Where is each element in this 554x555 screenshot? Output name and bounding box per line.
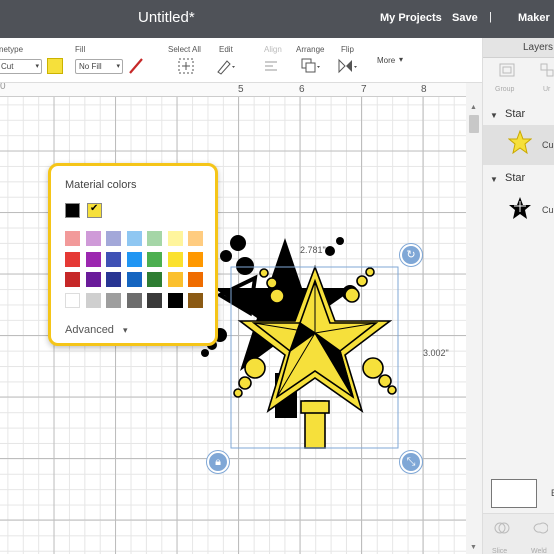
design-canvas[interactable]: 0 5 6 7 8 2.781" 3.002" ↻ 🔒︎ ⤡ Material … [0, 83, 466, 554]
layers-panel: Layers Group Ur ▼ Star Cu ▼ Star Cu B Sl… [482, 38, 554, 555]
layer-cut-label: Cu [542, 140, 554, 150]
top-bar: Untitled* My Projects Save | Maker [0, 0, 554, 38]
scroll-thumb[interactable] [469, 115, 479, 133]
scroll-up-icon[interactable]: ▲ [470, 104, 477, 111]
advanced-toggle[interactable]: Advanced [65, 324, 114, 336]
material-colors-popup: Material colors ✔ Advanced ▾ [48, 163, 218, 346]
collapse-caret-icon[interactable]: ▼ [490, 175, 498, 184]
recent-color-swatch[interactable]: ✔ [87, 203, 102, 218]
palette-color-swatch[interactable] [147, 231, 162, 246]
popup-title: Material colors [65, 179, 137, 191]
layers-bottom-bar: Slice Weld [483, 513, 554, 555]
machine-selector[interactable]: Maker [518, 12, 550, 24]
edit-icon[interactable] [215, 57, 237, 75]
rotate-handle-icon[interactable]: ↻ [400, 244, 422, 266]
palette-color-swatch[interactable] [167, 251, 183, 267]
palette-color-swatch[interactable] [126, 292, 142, 308]
select-all-icon[interactable] [177, 57, 195, 75]
save-button[interactable]: Save [452, 12, 478, 24]
palette-color-swatch[interactable] [85, 272, 101, 287]
group-label[interactable]: Group [495, 86, 514, 93]
ungroup-label[interactable]: Ur [543, 86, 550, 93]
project-title: Untitled* [138, 9, 195, 26]
layers-title: Layers [483, 38, 554, 58]
no-fill-icon[interactable] [127, 57, 145, 75]
palette-color-swatch[interactable] [65, 292, 80, 308]
palette-color-swatch[interactable] [147, 292, 162, 308]
palette-color-swatch[interactable] [106, 272, 121, 287]
canvas-color-box[interactable] [491, 479, 537, 508]
width-readout: 2.781" [300, 245, 326, 255]
palette-color-swatch[interactable] [126, 272, 142, 287]
palette-color-swatch[interactable] [85, 231, 101, 246]
palette-color-swatch[interactable] [65, 251, 80, 267]
palette-color-swatch[interactable] [188, 292, 203, 308]
header-separator: | [489, 11, 492, 23]
arrange-label: Arrange [296, 45, 325, 54]
palette-color-swatch[interactable] [85, 292, 101, 308]
selected-check-icon: ✔ [90, 203, 99, 214]
palette-color-swatch[interactable] [188, 251, 203, 267]
edit-toolbar: netype Cut Fill No Fill Select All Edit … [0, 38, 482, 83]
fill-select[interactable]: No Fill [75, 59, 123, 74]
palette-color-swatch[interactable] [167, 272, 183, 287]
align-icon [265, 61, 277, 71]
select-all-label: Select All [168, 45, 201, 54]
more-caret-icon: ▾ [399, 55, 404, 64]
palette-color-swatch[interactable] [65, 231, 80, 246]
advanced-caret-icon: ▾ [123, 325, 128, 335]
align-label: Align [264, 45, 282, 54]
linetype-color-swatch[interactable] [47, 58, 63, 74]
layer-cut-label: Cu [542, 205, 554, 215]
palette-color-swatch[interactable] [106, 251, 121, 267]
palette-color-swatch[interactable] [167, 292, 183, 308]
linetype-label: netype [0, 45, 24, 54]
ungroup-icon [540, 63, 554, 77]
lock-proportions-icon[interactable]: 🔒︎ [207, 451, 229, 473]
slice-icon [494, 522, 510, 534]
palette-color-swatch[interactable] [106, 231, 121, 246]
height-readout: 3.002" [423, 348, 449, 358]
flip-label: Flip [341, 45, 354, 54]
resize-handle-icon[interactable]: ⤡ [400, 451, 422, 473]
yellow-star-thumbnail-icon [508, 130, 532, 154]
linetype-select[interactable]: Cut [0, 59, 42, 74]
scroll-down-icon[interactable]: ▼ [470, 544, 477, 551]
recent-color-swatch[interactable] [65, 203, 80, 218]
fill-label: Fill [75, 45, 86, 54]
palette-color-swatch[interactable] [167, 231, 183, 246]
collapse-caret-icon[interactable]: ▼ [490, 111, 498, 120]
palette-color-swatch[interactable] [147, 272, 162, 287]
palette-color-swatch[interactable] [126, 231, 142, 246]
edit-label: Edit [219, 45, 233, 54]
more-menu[interactable]: More [377, 56, 395, 65]
flip-icon[interactable] [337, 57, 359, 75]
palette-color-swatch[interactable] [126, 251, 142, 267]
weld-icon [533, 522, 548, 534]
layer-group-title[interactable]: Star [505, 172, 525, 184]
black-star-thumbnail-icon [509, 197, 531, 219]
palette-color-swatch[interactable] [106, 292, 121, 308]
palette-color-swatch[interactable] [188, 231, 203, 246]
group-icon [499, 63, 515, 77]
palette-color-swatch[interactable] [85, 251, 101, 267]
canvas-scrollbar[interactable]: ▲ ▼ [466, 83, 482, 554]
palette-color-swatch[interactable] [65, 272, 80, 287]
palette-color-swatch[interactable] [147, 251, 162, 267]
my-projects-link[interactable]: My Projects [380, 12, 442, 24]
arrange-icon[interactable] [300, 57, 322, 75]
palette-color-swatch[interactable] [188, 272, 203, 287]
layer-group-title[interactable]: Star [505, 108, 525, 120]
